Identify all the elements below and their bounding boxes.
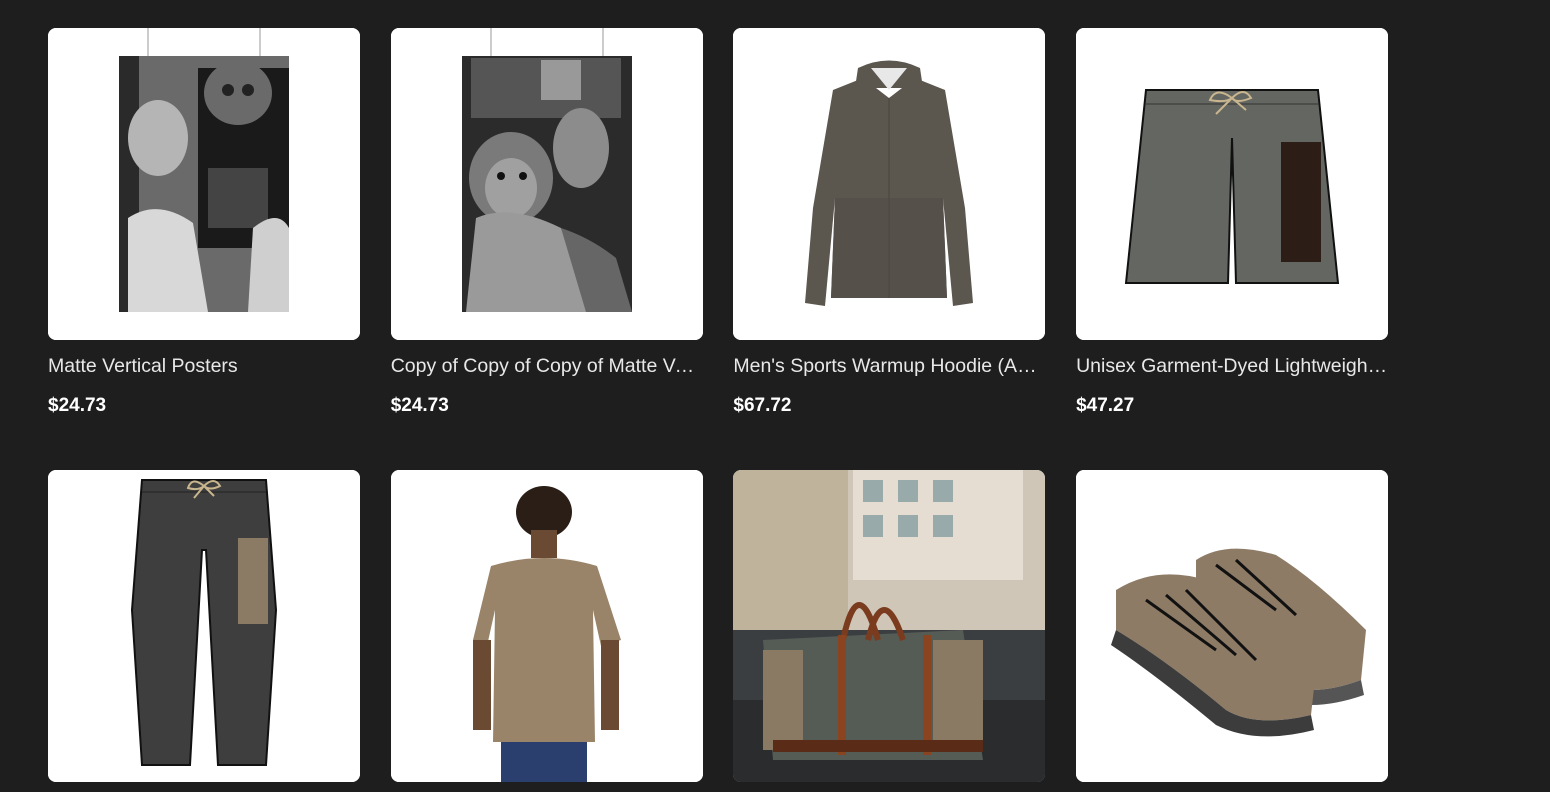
product-card[interactable] — [48, 470, 360, 782]
product-image[interactable] — [390, 470, 703, 782]
product-card[interactable]: Men's Sports Warmup Hoodie (AOP) $67.72 — [733, 28, 1046, 470]
product-card[interactable]: Unisex Garment-Dyed Lightweight Shorts $… — [1076, 28, 1389, 470]
hoodie-image — [733, 28, 1046, 340]
product-title[interactable]: Matte Vertical Posters — [48, 354, 360, 378]
product-card[interactable] — [1076, 470, 1389, 782]
product-price: $24.73 — [390, 395, 449, 416]
duffel-bag-image — [733, 470, 1046, 782]
joggers-image — [48, 470, 360, 782]
product-image[interactable] — [48, 28, 360, 340]
product-card[interactable]: Copy of Copy of Copy of Matte Vertical P… — [390, 28, 703, 470]
product-image[interactable] — [733, 28, 1046, 340]
product-title[interactable]: Copy of Copy of Copy of Matte Vertical P… — [391, 354, 703, 378]
product-price: $47.27 — [1076, 395, 1135, 416]
product-image[interactable] — [1076, 470, 1389, 782]
product-card[interactable] — [733, 470, 1046, 782]
sneakers-image — [1076, 470, 1389, 782]
poster-image — [390, 28, 703, 340]
tshirt-image — [390, 470, 703, 782]
product-title[interactable]: Men's Sports Warmup Hoodie (AOP) — [733, 354, 1045, 378]
product-card[interactable]: Matte Vertical Posters $24.73 — [48, 28, 360, 470]
product-title[interactable]: Unisex Garment-Dyed Lightweight Shorts — [1076, 354, 1388, 378]
shorts-image — [1076, 28, 1389, 340]
product-image[interactable] — [1076, 28, 1389, 340]
product-price: $67.72 — [733, 395, 792, 416]
product-image[interactable] — [733, 470, 1046, 782]
product-card[interactable] — [390, 470, 703, 782]
product-grid: Matte Vertical Posters $24.73 Copy of Co… — [48, 28, 1389, 782]
product-price: $24.73 — [48, 395, 107, 416]
product-image[interactable] — [390, 28, 703, 340]
product-image[interactable] — [48, 470, 360, 782]
poster-image — [48, 28, 360, 340]
